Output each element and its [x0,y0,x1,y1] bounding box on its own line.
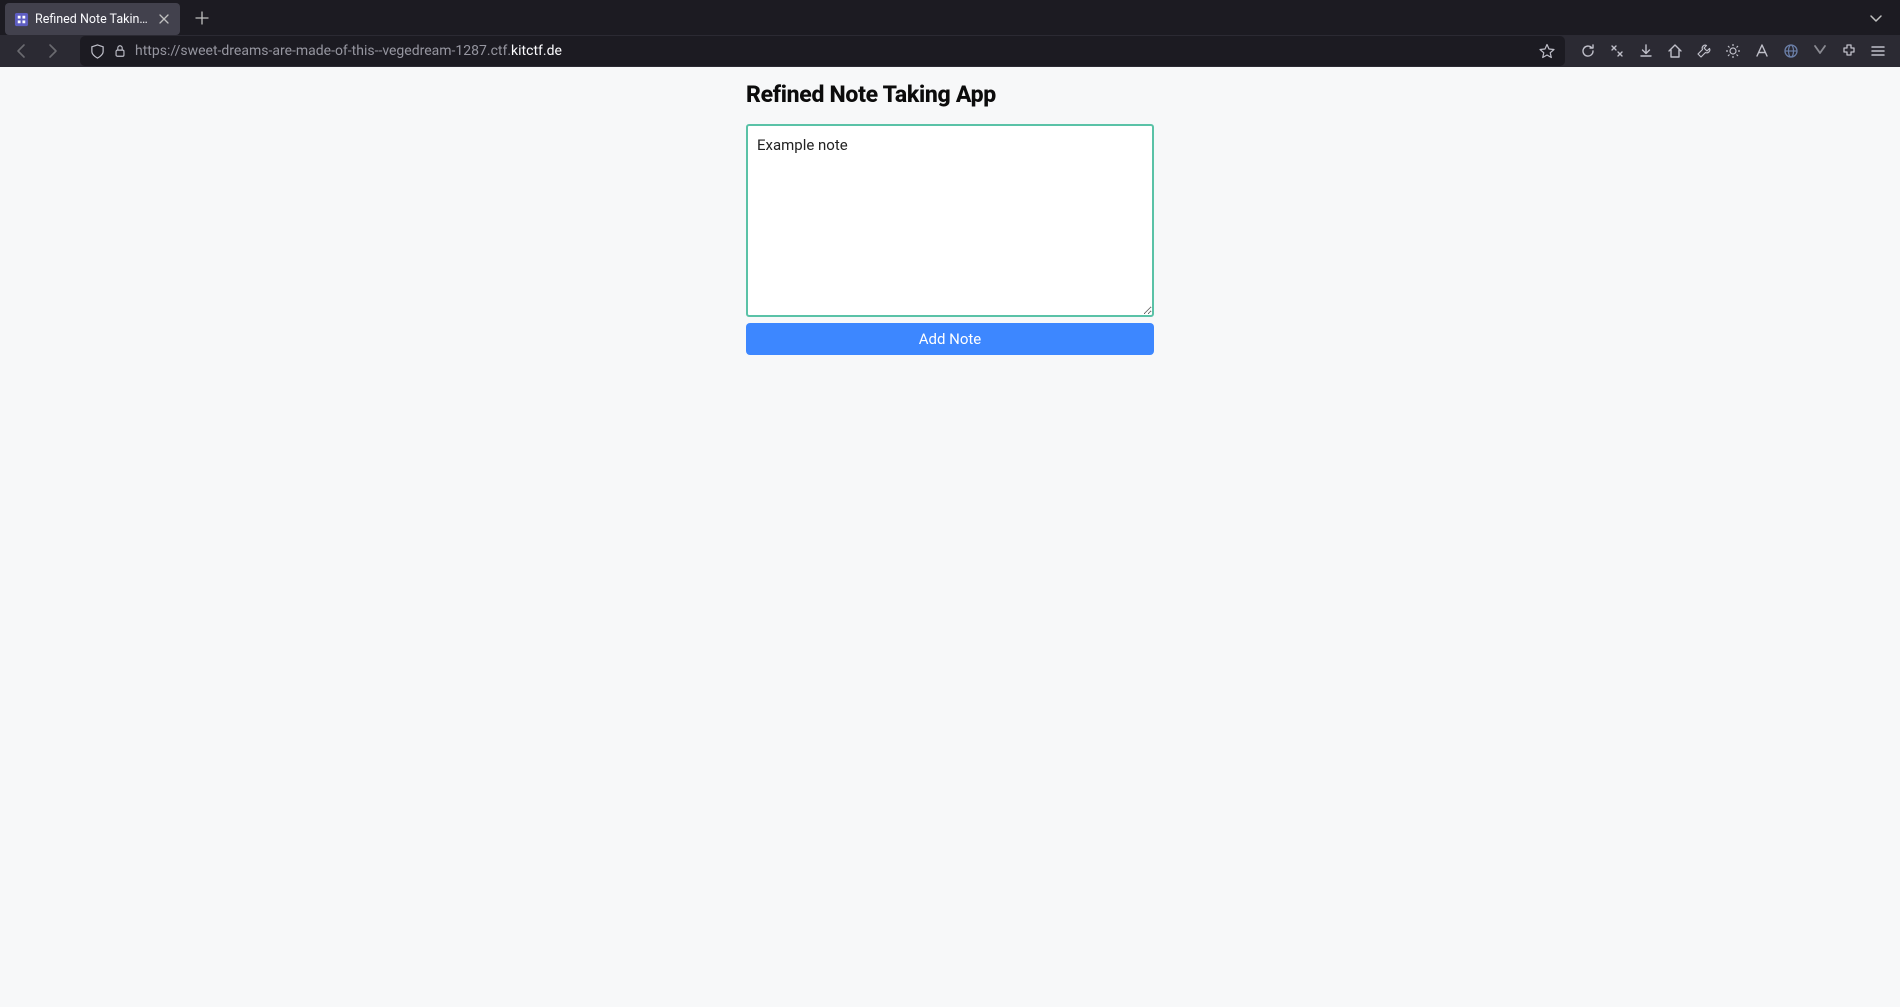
menu-icon[interactable] [1863,37,1892,65]
lock-icon[interactable] [113,44,127,58]
note-input[interactable] [746,124,1154,317]
page-title: Refined Note Taking App [746,81,1154,108]
reload-icon[interactable] [1573,37,1602,65]
chevron-down-icon[interactable] [1805,37,1834,65]
bookmark-star-icon[interactable] [1539,43,1555,59]
browser-toolbar: https://sweet-dreams-are-made-of-this--v… [0,35,1900,67]
tabs-dropdown-icon[interactable] [1862,4,1890,32]
wrench-icon[interactable] [1689,37,1718,65]
close-icon[interactable] [156,11,172,27]
tab-title: Refined Note Taking App [35,12,150,27]
page-content: Refined Note Taking App Add Note [0,67,1900,1007]
debug-icon[interactable] [1718,37,1747,65]
url-bar[interactable]: https://sweet-dreams-are-made-of-this--v… [80,36,1565,66]
font-icon[interactable] [1747,37,1776,65]
main-container: Refined Note Taking App Add Note [746,67,1154,355]
add-note-button[interactable]: Add Note [746,323,1154,355]
forward-button[interactable] [38,37,66,65]
download-icon[interactable] [1631,37,1660,65]
extensions-icon[interactable] [1834,37,1863,65]
network-icon[interactable] [1602,37,1631,65]
back-button[interactable] [8,37,36,65]
home-icon[interactable] [1660,37,1689,65]
new-tab-button[interactable] [188,4,216,32]
url-text: https://sweet-dreams-are-made-of-this--v… [135,43,1531,59]
browser-tab[interactable]: Refined Note Taking App [5,3,180,35]
favicon-icon [13,11,29,27]
toolbar-icons [1573,37,1892,65]
tab-strip: Refined Note Taking App [0,0,1900,35]
globe-icon[interactable] [1776,37,1805,65]
shield-icon[interactable] [90,44,105,59]
